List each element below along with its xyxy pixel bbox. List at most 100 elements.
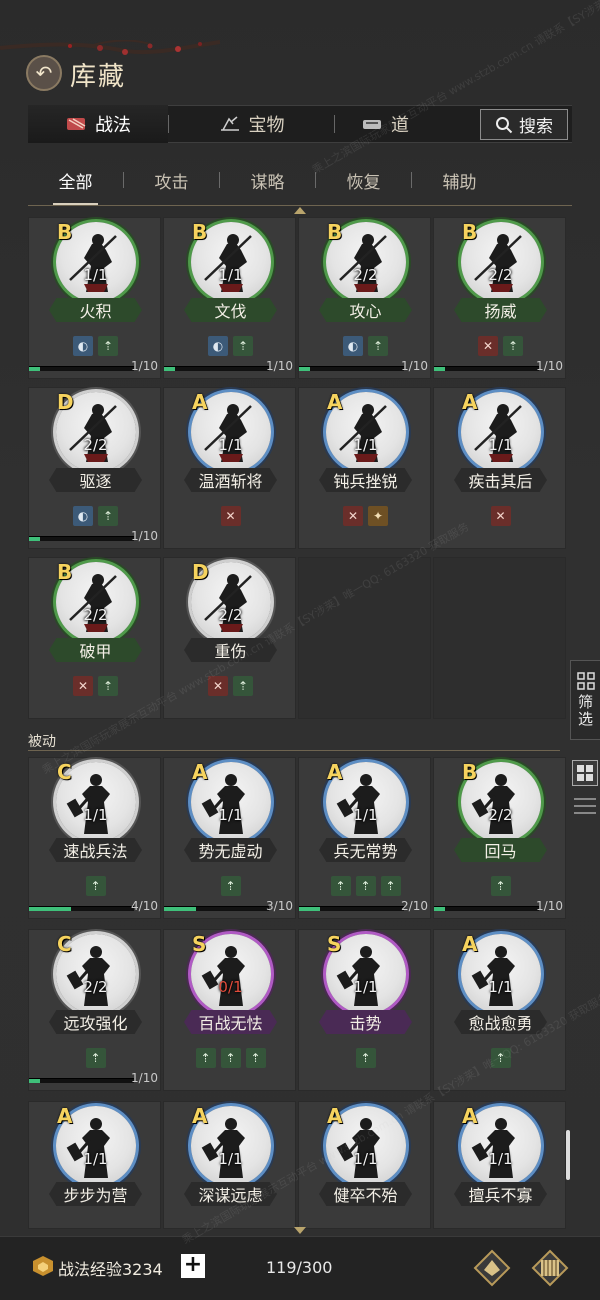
skill-card[interactable]: D 2/2 重伤 ✕ ⇡ — [163, 557, 296, 719]
skill-count: 1/1 — [488, 978, 513, 996]
skill-card[interactable]: B 2/2 回马 ⇡ 1/10 — [433, 757, 566, 919]
skill-grade: A — [57, 1104, 73, 1128]
skill-type-blue-tag-icon: ◐ — [208, 336, 228, 356]
skill-count: 2/2 — [218, 606, 243, 624]
skill-count: 1/1 — [83, 806, 108, 824]
skill-grade: A — [192, 760, 208, 784]
skill-tags: ✕ ⇡ — [434, 336, 567, 356]
skill-name: 扬威 — [454, 298, 547, 322]
skill-card[interactable]: A 1/1 疾击其后 ✕ — [433, 387, 566, 549]
skill-card[interactable]: C 1/1 速战兵法 ⇡ 4/10 — [28, 757, 161, 919]
skill-card[interactable]: S 0/1 百战无怯 ⇡ ⇡ ⇡ — [163, 929, 296, 1091]
skill-tags: ✕ — [164, 506, 297, 526]
grid-view-icon — [577, 765, 584, 772]
skill-name: 击势 — [319, 1010, 412, 1034]
progress-text: 4/10 — [131, 899, 158, 913]
back-button[interactable]: ↶ — [26, 55, 62, 91]
skill-type-red-tag-icon: ✕ — [343, 506, 363, 526]
skill-card[interactable]: D 2/2 驱逐 ◐ ⇡ 1/10 — [28, 387, 161, 549]
progress-fill — [164, 367, 175, 371]
skill-grade: A — [327, 1104, 343, 1128]
filter-icon — [576, 672, 595, 690]
skill-count: 2/2 — [83, 606, 108, 624]
skill-grade: A — [192, 1104, 208, 1128]
skill-card[interactable]: B 1/1 文伐 ◐ ⇡ 1/10 — [163, 217, 296, 379]
skill-type-green-tag-icon: ⇡ — [220, 876, 241, 896]
progress-text: 1/10 — [536, 899, 563, 913]
skill-tags: ⇡ — [299, 1048, 432, 1068]
progress-bar — [164, 366, 269, 371]
skill-type-green-tag-icon: ⇡ — [355, 876, 376, 896]
skill-card[interactable]: B 2/2 扬威 ✕ ⇡ 1/10 — [433, 217, 566, 379]
skill-count: 1/1 — [83, 266, 108, 284]
tab-recovery[interactable]: 恢复 — [316, 168, 411, 193]
skill-card[interactable]: A 1/1 愈战愈勇 ⇡ — [433, 929, 566, 1091]
add-exp-button[interactable]: + — [181, 1254, 205, 1278]
tab-items[interactable]: 道 — [335, 105, 435, 143]
tab-skills[interactable]: 战法 — [28, 105, 168, 143]
list-view-toggle[interactable] — [574, 795, 596, 817]
skill-type-green-tag-icon: ⇡ — [233, 676, 253, 696]
progress-text: 1/10 — [131, 1071, 158, 1085]
search-button[interactable]: 搜索 — [480, 109, 568, 140]
skill-type-blue-tag-icon: ◐ — [73, 506, 93, 526]
skill-name: 重伤 — [184, 638, 277, 662]
grid-view-toggle[interactable] — [572, 760, 598, 786]
progress-text: 2/10 — [401, 899, 428, 913]
skill-name: 步步为营 — [49, 1182, 142, 1206]
search-icon — [496, 116, 513, 133]
scroll-down-indicator-icon — [294, 1227, 306, 1234]
tab-items-label: 道 — [391, 115, 409, 136]
back-arrow-icon: ↶ — [35, 61, 53, 85]
skill-card[interactable]: C 2/2 远攻强化 ⇡ 1/10 — [28, 929, 161, 1091]
skill-name: 兵无常势 — [319, 838, 412, 862]
skill-grade: C — [57, 932, 72, 956]
bamboo-slip-button[interactable] — [530, 1248, 570, 1288]
skill-grade: A — [462, 390, 478, 414]
tab-underline-divider — [28, 205, 572, 206]
skill-tags: ⇡ ⇡ ⇡ — [299, 876, 432, 896]
skill-card[interactable]: A 1/1 势无虚动 ⇡ 3/10 — [163, 757, 296, 919]
progress-text: 1/10 — [266, 359, 293, 373]
skill-card[interactable]: S 1/1 击势 ⇡ — [298, 929, 431, 1091]
skill-grade: B — [192, 220, 208, 244]
skill-card[interactable]: A 1/1 兵无常势 ⇡ ⇡ ⇡ 2/10 — [298, 757, 431, 919]
progress-fill — [29, 907, 71, 911]
skill-card[interactable]: A 1/1 深谋远虑 — [163, 1101, 296, 1229]
convert-button[interactable] — [472, 1248, 512, 1288]
skill-name: 攻心 — [319, 298, 412, 322]
skill-card[interactable]: B 2/2 攻心 ◐ ⇡ 1/10 — [298, 217, 431, 379]
tab-skills-label: 战法 — [95, 115, 131, 136]
skill-tags: ✕ ⇡ — [164, 676, 297, 696]
skill-card[interactable]: B 1/1 火积 ◐ ⇡ 1/10 — [28, 217, 161, 379]
skill-scroll-icon — [67, 118, 86, 130]
skill-card[interactable]: B 2/2 破甲 ✕ ⇡ — [28, 557, 161, 719]
skill-card[interactable]: A 1/1 健卒不殆 — [298, 1101, 431, 1229]
scrollbar[interactable] — [566, 1130, 570, 1180]
warehouse-screen: ↶ 库藏 战法 宝物 道 搜索 全部 攻击 谋略 恢复 辅助 B 1/1 火积 … — [0, 0, 600, 1300]
tab-treasure[interactable]: 宝物 — [169, 105, 334, 143]
tab-attack[interactable]: 攻击 — [124, 168, 219, 193]
tab-support[interactable]: 辅助 — [412, 168, 507, 193]
filter-button[interactable]: 筛选 — [570, 660, 600, 740]
skill-count: 1/1 — [488, 436, 513, 454]
skill-card[interactable]: A 1/1 钝兵挫锐 ✕ ✦ — [298, 387, 431, 549]
tab-strategy[interactable]: 谋略 — [220, 168, 315, 193]
progress-text: 1/10 — [536, 359, 563, 373]
skill-tags: ◐ ⇡ — [299, 336, 432, 356]
skill-type-red-tag-icon: ✕ — [490, 506, 511, 526]
skill-type-amber-tag-icon: ✦ — [368, 506, 388, 526]
skill-tags: ◐ ⇡ — [164, 336, 297, 356]
skill-card[interactable]: A 1/1 擅兵不寡 — [433, 1101, 566, 1229]
skill-name: 火积 — [49, 298, 142, 322]
skill-name: 文伐 — [184, 298, 277, 322]
skill-type-red-tag-icon: ✕ — [220, 506, 241, 526]
skill-count: 1/1 — [218, 266, 243, 284]
skill-card[interactable]: A 1/1 温酒斩将 ✕ — [163, 387, 296, 549]
skill-count: 2/2 — [353, 266, 378, 284]
progress-bar — [434, 906, 539, 911]
skill-type-green-tag-icon: ⇡ — [98, 506, 118, 526]
skill-name: 势无虚动 — [184, 838, 277, 862]
skill-card[interactable]: A 1/1 步步为营 — [28, 1101, 161, 1229]
tab-all[interactable]: 全部 — [28, 168, 123, 205]
